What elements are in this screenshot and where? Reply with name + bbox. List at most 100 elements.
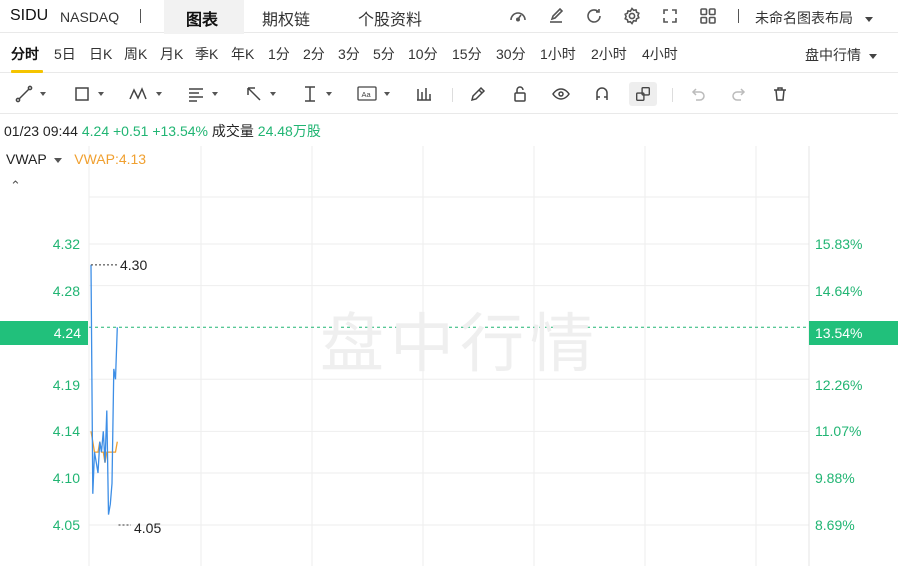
speedometer-icon[interactable] xyxy=(507,5,529,27)
timeframe-intraday[interactable]: 分时 xyxy=(11,44,39,64)
indicator-value: VWAP:4.13 xyxy=(74,151,147,167)
arrow-icon xyxy=(247,87,261,101)
pattern-tool[interactable] xyxy=(128,82,162,106)
divider xyxy=(738,9,739,23)
undo-tool[interactable] xyxy=(688,82,708,106)
layout-selector[interactable]: 未命名图表布局 xyxy=(755,8,873,28)
market-mode-label: 盘中行情 xyxy=(805,47,861,63)
tab-chart[interactable]: 图表 xyxy=(186,6,219,30)
link-icon xyxy=(636,87,650,101)
link-tool[interactable] xyxy=(629,82,657,106)
market-mode-selector[interactable]: 盘中行情 xyxy=(805,45,877,65)
fullscreen-icon[interactable] xyxy=(659,5,681,27)
tab-option-chain[interactable]: 期权链 xyxy=(262,6,310,30)
timeframe-week[interactable]: 周K xyxy=(124,44,147,64)
exchange-name: NASDAQ xyxy=(60,9,120,25)
low-label: 4.05 xyxy=(134,520,162,536)
y-tick-left: 4.05 xyxy=(52,517,80,533)
edit-icon[interactable] xyxy=(545,5,567,27)
pencil-tool[interactable] xyxy=(468,82,488,106)
grid-icon[interactable] xyxy=(697,5,719,27)
timeframe-15m[interactable]: 15分 xyxy=(452,44,482,64)
timeframe-2h[interactable]: 2小时 xyxy=(591,44,627,64)
y-tick-left: 4.32 xyxy=(52,236,80,252)
price-line xyxy=(90,264,118,515)
rectangle-tool[interactable] xyxy=(72,82,104,106)
current-pct-tag: 13.54% xyxy=(809,321,898,345)
y-tick-right: 12.26% xyxy=(815,377,863,393)
fib-tool[interactable] xyxy=(186,82,218,106)
timeframe-10m[interactable]: 10分 xyxy=(408,44,438,64)
timeframe-3m[interactable]: 3分 xyxy=(338,44,360,64)
quote-datetime: 01/23 09:44 xyxy=(4,123,78,139)
chevron-down-icon xyxy=(864,16,873,22)
magnet-tool[interactable] xyxy=(592,82,612,106)
quote-info: 01/23 09:44 4.24 +0.51 +13.54% 成交量 24.48… xyxy=(4,121,321,141)
timeframe-day[interactable]: 日K xyxy=(89,44,112,64)
chevron-down-icon xyxy=(270,92,276,96)
quote-price: 4.24 xyxy=(81,123,110,139)
measure-icon xyxy=(305,86,315,102)
delete-tool[interactable] xyxy=(770,82,790,106)
collapse-chevron-icon[interactable]: ⌃ xyxy=(10,178,21,194)
magnet-icon xyxy=(596,87,608,100)
y-tick-left: 4.10 xyxy=(52,470,80,486)
volume-value: 24.48万股 xyxy=(257,123,321,139)
timeframe-30m[interactable]: 30分 xyxy=(496,44,526,64)
trash-icon xyxy=(774,87,786,101)
timeframe-quarter[interactable]: 季K xyxy=(195,44,218,64)
active-timeframe-indicator xyxy=(11,70,43,73)
high-label: 4.30 xyxy=(120,257,148,273)
text-icon: Aa xyxy=(357,86,377,101)
timeframe-1m[interactable]: 1分 xyxy=(268,44,290,64)
top-bar: SIDU NASDAQ 图表 期权链 个股资料 未命名图表布局 xyxy=(0,0,898,34)
lock-tool[interactable] xyxy=(510,82,530,106)
timeframe-1h[interactable]: 1小时 xyxy=(540,44,576,64)
y-tick-right: 11.07% xyxy=(815,423,862,439)
y-tick-right: 8.69% xyxy=(815,517,855,533)
timeframe-5d[interactable]: 5日 xyxy=(54,44,76,64)
timeframe-year[interactable]: 年K xyxy=(231,44,254,64)
measure-tool[interactable] xyxy=(300,82,332,106)
timeframe-5m[interactable]: 5分 xyxy=(373,44,395,64)
redo-tool[interactable] xyxy=(729,82,749,106)
timeframe-4h[interactable]: 4小时 xyxy=(642,44,678,64)
visibility-tool[interactable] xyxy=(551,82,571,106)
tab-profile[interactable]: 个股资料 xyxy=(358,6,422,30)
arrow-tool[interactable] xyxy=(244,82,276,106)
indicator-icon xyxy=(417,88,431,101)
undo-icon xyxy=(691,88,705,101)
chevron-down-icon xyxy=(212,92,218,96)
eye-icon xyxy=(552,88,570,100)
divider xyxy=(672,88,673,102)
rectangle-icon xyxy=(75,87,89,101)
y-tick-right: 15.83% xyxy=(815,236,863,252)
quote-change-pct: +13.54% xyxy=(152,123,208,139)
trendline-icon xyxy=(15,85,33,103)
text-tool[interactable]: Aa xyxy=(356,82,390,106)
quote-change: +0.51 xyxy=(113,123,149,139)
redo-icon xyxy=(732,88,746,101)
layout-name-label: 未命名图表布局 xyxy=(755,10,853,26)
y-tick-right: 14.64% xyxy=(815,283,863,299)
y-tick-right: 9.88% xyxy=(815,470,855,486)
settings-icon[interactable] xyxy=(621,5,643,27)
price-chart[interactable] xyxy=(0,146,898,566)
chevron-down-icon[interactable] xyxy=(54,157,63,163)
timeframe-month[interactable]: 月K xyxy=(160,44,183,64)
chevron-down-icon xyxy=(98,92,104,96)
pencil-icon xyxy=(470,86,486,102)
chevron-down-icon xyxy=(326,92,332,96)
drawing-toolbar: Aa xyxy=(0,74,898,114)
chevron-down-icon xyxy=(868,53,877,59)
refresh-icon[interactable] xyxy=(583,5,605,27)
y-tick-left: 4.14 xyxy=(52,423,80,439)
fib-icon xyxy=(189,88,203,102)
timeframe-bar: 分时 5日 日K 周K 月K 季K 年K 1分 2分 3分 5分 10分 15分… xyxy=(0,33,898,73)
indicator-tool[interactable] xyxy=(414,82,434,106)
y-tick-left: 4.19 xyxy=(52,377,80,393)
indicator-name[interactable]: VWAP xyxy=(6,151,46,167)
trendline-tool[interactable] xyxy=(14,82,46,106)
timeframe-2m[interactable]: 2分 xyxy=(303,44,325,64)
current-price-tag: 4.24 xyxy=(0,321,88,345)
